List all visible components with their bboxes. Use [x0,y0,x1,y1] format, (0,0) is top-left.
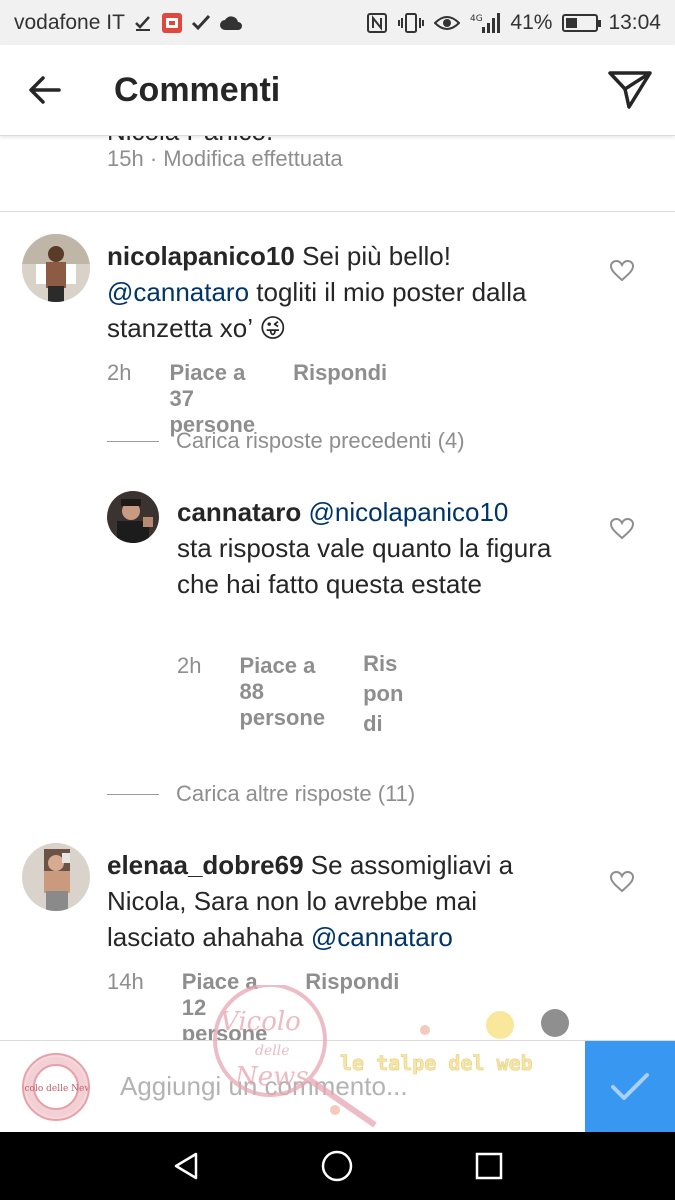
comment-time: 2h [107,360,132,385]
like-button[interactable] [609,870,635,898]
caption-edited: Modifica effettuata [163,146,343,171]
nav-back-button[interactable] [156,1136,216,1196]
battery-percent: 41% [510,10,553,34]
signal-type-label: 4G [470,14,483,24]
heart-icon [609,259,635,282]
reply-button[interactable]: Rispondi [293,360,387,438]
reply-button-part: pon [363,681,404,706]
reply-body: sta risposta vale quanto la figura che h… [177,533,552,599]
my-avatar: Vicolo delle News [22,1053,90,1121]
post-button[interactable] [585,1041,675,1133]
load-line [107,440,159,442]
heart-icon [609,870,635,893]
comment-mention[interactable]: @cannataro [311,922,453,952]
nfc-icon [366,12,388,34]
eye-icon [434,14,461,32]
divider [0,211,675,212]
comment-time: 14h [107,969,144,994]
circle-home-icon [322,1150,353,1182]
square-recents-icon [475,1152,503,1180]
share-button[interactable] [585,45,675,136]
load-more-label: Carica altre risposte (11) [176,781,416,806]
header: Commenti [0,45,675,136]
comment-meta: 2h Piace a 37 persone Rispondi [107,360,387,438]
reply-button-part: Ris [363,651,398,676]
load-previous-replies[interactable]: Carica risposte precedenti (4) [107,428,465,454]
status-left: vodafone IT [14,11,243,35]
comment-username[interactable]: elenaa_dobre69 [107,850,304,880]
nav-recents-button[interactable] [459,1136,519,1196]
system-nav-bar [0,1132,675,1200]
avatar[interactable] [22,843,90,911]
comment-input-bar: Vicolo delle News Aggiungi un commento..… [0,1040,675,1133]
reply-button[interactable]: Ris pon di [363,649,403,739]
load-previous-label: Carica risposte precedenti (4) [176,428,465,453]
likes-count[interactable]: Piace a 88 persone [239,653,325,731]
status-bar: vodafone IT 4G 41% 13:04 [0,0,675,45]
reply-text: cannataro @nicolapanico10 sta risposta v… [177,494,567,602]
load-line [107,793,159,795]
check-icon [191,13,211,33]
arrow-left-icon [29,76,61,104]
load-more-replies[interactable]: Carica altre risposte (11) [107,781,415,807]
avatar-logo-text: Vicolo delle News [24,1084,88,1094]
heart-icon [609,517,635,540]
back-button[interactable] [0,45,90,136]
likes-count[interactable]: Piace a 37 persone [169,360,255,438]
comment-username[interactable]: nicolapanico10 [107,241,295,271]
comments-list[interactable]: Nicola Panico. 15h · Modifica effettuata… [0,136,675,1040]
reply-button-part: di [363,711,383,736]
caption-meta: 15h · Modifica effettuata [107,146,343,172]
download-done-icon [133,13,153,33]
nav-home-button[interactable] [307,1136,367,1196]
triangle-back-icon [174,1152,198,1180]
like-button[interactable] [609,517,635,545]
avatar[interactable] [107,491,159,543]
app-notification-icon [161,12,183,34]
comment-body: Sei più bello! [302,241,451,271]
like-button[interactable] [609,259,635,287]
caption-time: 15h [107,146,144,171]
page-title: Commenti [114,70,281,109]
cloud-icon [219,14,243,32]
paper-plane-icon [608,71,652,109]
carrier-label: vodafone IT [14,10,125,34]
comment-text: elenaa_dobre69 Se assomigliavi a Nicola,… [107,847,567,955]
likes-count[interactable]: Piace a 12 persone [182,969,268,1040]
vibrate-icon [398,12,425,34]
battery-fill [566,17,578,28]
comment-input[interactable]: Aggiungi un commento... [120,1071,408,1102]
reply-meta: 2h Piace a 88 persone Ris pon di [177,651,403,739]
reply-username[interactable]: cannataro [177,497,301,527]
comment-text: nicolapanico10 Sei più bello! @cannataro… [107,238,557,346]
caption-separator: · [149,146,158,171]
status-right: 4G 41% 13:04 [366,11,661,35]
reply-time: 2h [177,653,202,678]
comment-meta: 14h Piace a 12 persone Rispondi [107,969,399,1040]
comment-mention[interactable]: @cannataro [107,277,249,307]
avatar[interactable] [22,234,90,302]
reply-button[interactable]: Rispondi [305,969,399,1040]
check-icon [611,1073,649,1100]
signal-icon: 4G [470,12,501,34]
battery-icon [562,13,602,32]
reply-mention[interactable]: @nicolapanico10 [309,497,509,527]
clock: 13:04 [608,10,661,34]
